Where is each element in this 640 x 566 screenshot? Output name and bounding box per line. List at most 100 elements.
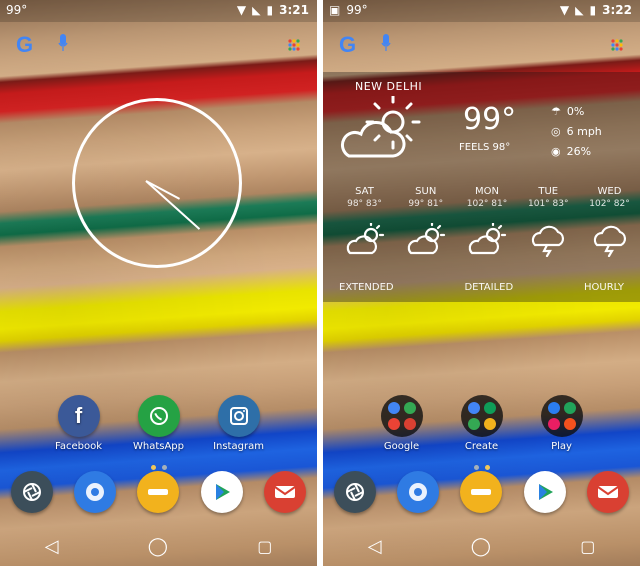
chrome-icon[interactable] xyxy=(74,471,117,513)
recents-icon[interactable]: ▢ xyxy=(257,537,272,556)
weather-widget[interactable]: NEW DELHI 99° FEELS 98° ☂ 0% ◎ 6 mph ◉ 2… xyxy=(323,72,640,302)
humidity-value: 26% xyxy=(566,145,592,158)
gmail-icon[interactable] xyxy=(264,471,307,513)
battery-icon: ▮ xyxy=(589,3,597,17)
folder-label: Google xyxy=(383,441,420,452)
play-games-mini-icon xyxy=(563,402,576,414)
play-movies-mini-icon xyxy=(547,418,560,430)
humidity-icon: ◉ xyxy=(551,145,561,158)
nav-bar: ◁ ◯ ▢ xyxy=(0,526,317,566)
app-label: Instagram xyxy=(213,441,264,452)
google-apps-dots-icon[interactable] xyxy=(287,38,301,52)
precip-value: 0% xyxy=(566,105,585,118)
weather-details: ☂ 0% ◎ 6 mph ◉ 26% xyxy=(551,102,602,162)
back-icon[interactable]: ◁ xyxy=(45,536,59,557)
day-name: SUN xyxy=(415,186,437,197)
drawer-bar-icon xyxy=(148,489,169,495)
slides-mini-icon xyxy=(483,418,496,430)
analog-clock-widget[interactable] xyxy=(72,98,242,268)
partly-sunny-icon xyxy=(468,221,507,255)
current-temperature: 99° xyxy=(463,102,517,137)
day-temps: 101° 83° xyxy=(528,199,569,209)
wifi-icon: ▼ xyxy=(236,3,247,17)
no-signal-icon: ◣ xyxy=(252,3,261,17)
clock-minute-hand xyxy=(144,179,200,230)
forecast-day: SAT 98° 83° xyxy=(337,186,392,261)
battery-icon: ▮ xyxy=(266,3,274,17)
folder-create[interactable]: Create xyxy=(452,395,512,452)
docs-mini-icon xyxy=(467,402,480,414)
camera-aperture-icon[interactable] xyxy=(333,471,376,513)
folder-google[interactable]: Google xyxy=(372,395,432,452)
folder-play-icon xyxy=(540,395,583,437)
app-label: Facebook xyxy=(55,441,102,452)
partly-sunny-icon xyxy=(407,221,445,255)
feels-like: FEELS 98° xyxy=(459,142,511,153)
google-logo-icon[interactable]: G xyxy=(16,32,33,58)
app-instagram[interactable]: Instagram xyxy=(209,395,269,452)
clock-time: 3:22 xyxy=(602,3,632,17)
google-logo-icon[interactable]: G xyxy=(339,32,356,58)
day-name: SAT xyxy=(355,186,374,197)
google-search-row[interactable]: G xyxy=(339,32,624,58)
day-temps: 102° 82° xyxy=(589,199,630,209)
instagram-icon xyxy=(217,395,260,437)
maps-mini-icon xyxy=(403,402,416,414)
app-drawer-icon[interactable] xyxy=(137,471,180,513)
home-icon[interactable]: ◯ xyxy=(471,536,491,557)
drawer-bar-icon xyxy=(471,489,492,495)
folder-google-icon xyxy=(380,395,423,437)
folder-play[interactable]: Play xyxy=(532,395,592,452)
play-store-icon[interactable] xyxy=(200,471,243,513)
forecast-day: MON 102° 81° xyxy=(460,186,515,261)
sun-cloud-icon xyxy=(340,96,421,158)
forecast-day: TUE 101° 83° xyxy=(521,186,576,261)
wind-icon: ◎ xyxy=(551,125,561,138)
app-whatsapp[interactable]: WhatsApp xyxy=(129,395,189,452)
gmail-icon[interactable] xyxy=(587,471,630,513)
umbrella-icon: ☂ xyxy=(551,105,561,118)
recents-icon[interactable]: ▢ xyxy=(580,537,595,556)
play-store-icon[interactable] xyxy=(523,471,566,513)
partly-sunny-icon xyxy=(346,221,384,255)
wind-value: 6 mph xyxy=(566,125,602,138)
google-search-row[interactable]: G xyxy=(16,32,301,58)
no-signal-icon: ◣ xyxy=(575,3,584,17)
app-dock xyxy=(323,462,640,522)
back-icon[interactable]: ◁ xyxy=(368,536,382,557)
day-name: WED xyxy=(597,186,622,197)
app-facebook[interactable]: f Facebook xyxy=(49,395,109,452)
drive-mini-icon xyxy=(467,418,480,430)
thunderstorm-icon xyxy=(593,225,626,258)
forecast-day: WED 102° 82° xyxy=(582,186,637,261)
tab-detailed[interactable]: DETAILED xyxy=(464,282,513,293)
temperature-text: 99° xyxy=(6,3,28,17)
right-phone-screen: ▣ 99° ▼ ◣ ▮ 3:22 G NEW DELHI 99° FEELS 9… xyxy=(323,0,640,566)
day-name: MON xyxy=(475,186,499,197)
facebook-icon: f xyxy=(57,395,100,437)
camera-aperture-icon[interactable] xyxy=(10,471,53,513)
tab-extended[interactable]: EXTENDED xyxy=(339,282,394,293)
sheets-mini-icon xyxy=(483,402,496,414)
thunderstorm-icon xyxy=(532,225,565,258)
microphone-icon[interactable] xyxy=(58,34,68,52)
forecast-day: SUN 99° 81° xyxy=(398,186,453,261)
app-drawer-icon[interactable] xyxy=(460,471,503,513)
camera-icon xyxy=(229,407,248,425)
home-folders-row: Google Create Play xyxy=(323,395,640,452)
weather-tabs: EXTENDED DETAILED HOURLY xyxy=(339,282,624,293)
google-apps-dots-icon[interactable] xyxy=(610,38,624,52)
gmail-mini-icon xyxy=(387,418,400,430)
home-icon[interactable]: ◯ xyxy=(148,536,168,557)
day-temps: 102° 81° xyxy=(466,199,508,209)
temperature-text: 99° xyxy=(346,3,368,17)
play-music-mini-icon xyxy=(563,418,576,430)
weather-city: NEW DELHI xyxy=(355,80,423,93)
gplus-mini-icon xyxy=(403,418,416,430)
tab-hourly[interactable]: HOURLY xyxy=(584,282,624,293)
microphone-icon[interactable] xyxy=(381,34,391,52)
left-phone-screen: 99° ▼ ◣ ▮ 3:21 G f Facebook WhatsApp Ins… xyxy=(0,0,317,566)
precip-row: ☂ 0% xyxy=(551,102,602,122)
wind-row: ◎ 6 mph xyxy=(551,122,602,142)
chrome-icon[interactable] xyxy=(397,471,440,513)
